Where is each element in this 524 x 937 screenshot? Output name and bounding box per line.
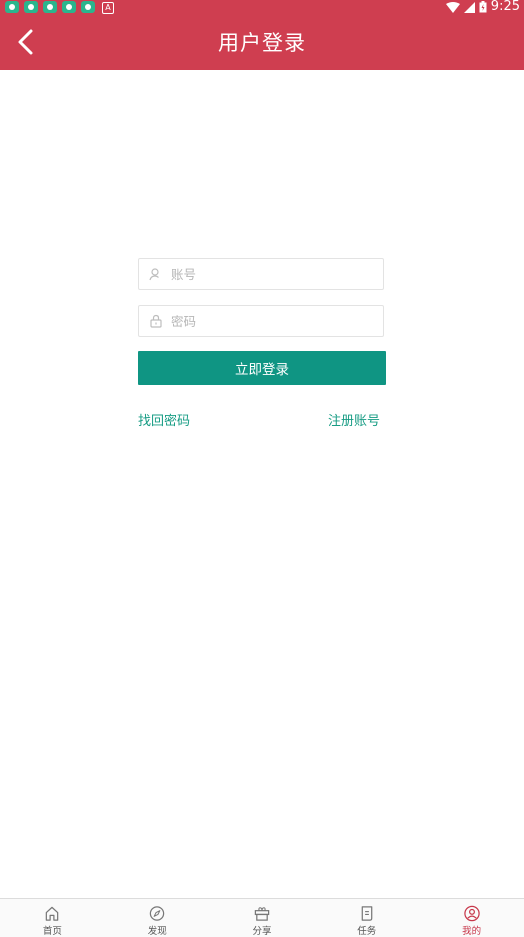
user-icon — [149, 267, 163, 281]
password-field[interactable] — [138, 305, 384, 337]
profile-icon — [463, 905, 480, 922]
bottom-tab-bar: 首页 发现 分享 任务 我的 — [0, 898, 524, 937]
chevron-left-icon — [18, 29, 33, 55]
lock-icon — [149, 314, 163, 328]
back-button[interactable] — [6, 22, 46, 62]
home-icon — [46, 906, 59, 921]
tab-label: 任务 — [357, 926, 377, 937]
app-notification-icon — [43, 1, 57, 13]
app-notification-icon — [5, 1, 19, 13]
a-badge-icon: A — [102, 2, 114, 14]
tab-label: 发现 — [147, 926, 167, 937]
compass-icon — [149, 906, 165, 921]
app-notification-icon — [81, 1, 95, 13]
tab-label: 首页 — [42, 926, 62, 937]
app-bar: 用户登录 — [0, 14, 524, 70]
signal-icon — [463, 1, 475, 13]
password-input[interactable] — [171, 313, 361, 329]
tab-home[interactable]: 首页 — [0, 899, 105, 937]
tab-label: 分享 — [252, 926, 272, 937]
page-title: 用户登录 — [218, 31, 306, 55]
login-button[interactable]: 立即登录 — [138, 351, 386, 385]
app-notification-icon — [24, 1, 38, 13]
tab-share[interactable]: 分享 — [210, 899, 315, 937]
forgot-password-link[interactable]: 找回密码 — [138, 410, 190, 429]
app-notification-icon — [62, 1, 76, 13]
account-field[interactable] — [138, 258, 384, 290]
battery-icon — [479, 1, 487, 13]
task-icon — [361, 906, 373, 921]
tab-label: 我的 — [462, 926, 482, 937]
tab-profile[interactable]: 我的 — [419, 899, 524, 937]
tab-tasks[interactable]: 任务 — [314, 899, 419, 937]
system-indicators: 9:25 — [445, 0, 520, 14]
gift-box-icon — [254, 907, 270, 921]
notification-icons: A — [5, 1, 114, 14]
status-time: 9:25 — [490, 0, 520, 14]
tab-discover[interactable]: 发现 — [105, 899, 210, 937]
status-bar: A 9:25 — [0, 0, 524, 14]
wifi-icon — [445, 1, 460, 13]
account-input[interactable] — [171, 266, 361, 282]
register-link[interactable]: 注册账号 — [328, 410, 380, 429]
